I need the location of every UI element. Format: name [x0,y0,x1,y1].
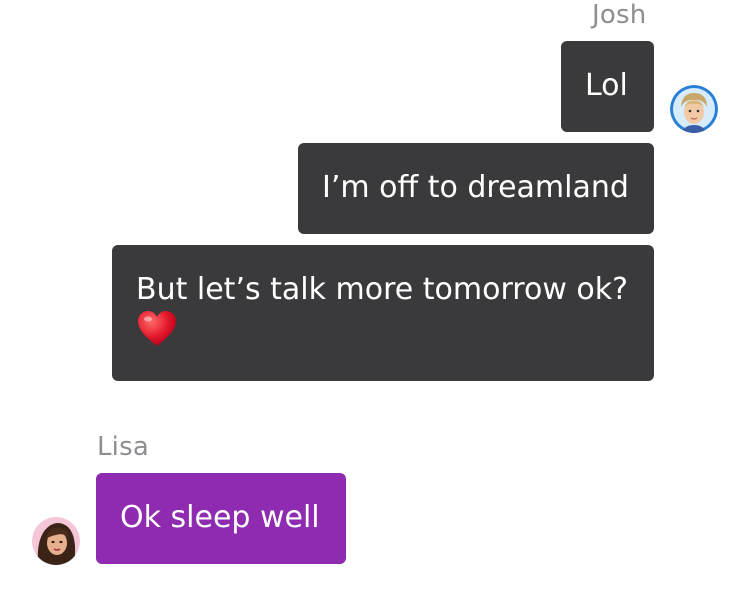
message-bubble[interactable]: Lol [561,41,654,132]
message-text: Lol [585,68,628,103]
sender-name-lisa: Lisa [97,432,149,462]
chat-thread: Josh Lol I’m off to dreamland But let’s … [0,0,750,607]
lisa-avatar[interactable] [32,517,80,565]
heart-emoji-icon [136,309,630,349]
message-text: I’m off to dreamland [322,170,629,205]
message-bubble[interactable]: Ok sleep well [96,473,346,564]
sender-name-josh: Josh [592,0,647,30]
message-bubble[interactable]: But let’s talk more tomorrow ok? [112,245,654,381]
avatar-icon [32,517,80,565]
message-text: But let’s talk more tomorrow ok? [136,272,629,307]
message-bubble[interactable]: I’m off to dreamland [298,143,654,234]
avatar-icon [670,85,718,133]
josh-avatar[interactable] [670,85,718,133]
message-text: Ok sleep well [120,500,320,535]
